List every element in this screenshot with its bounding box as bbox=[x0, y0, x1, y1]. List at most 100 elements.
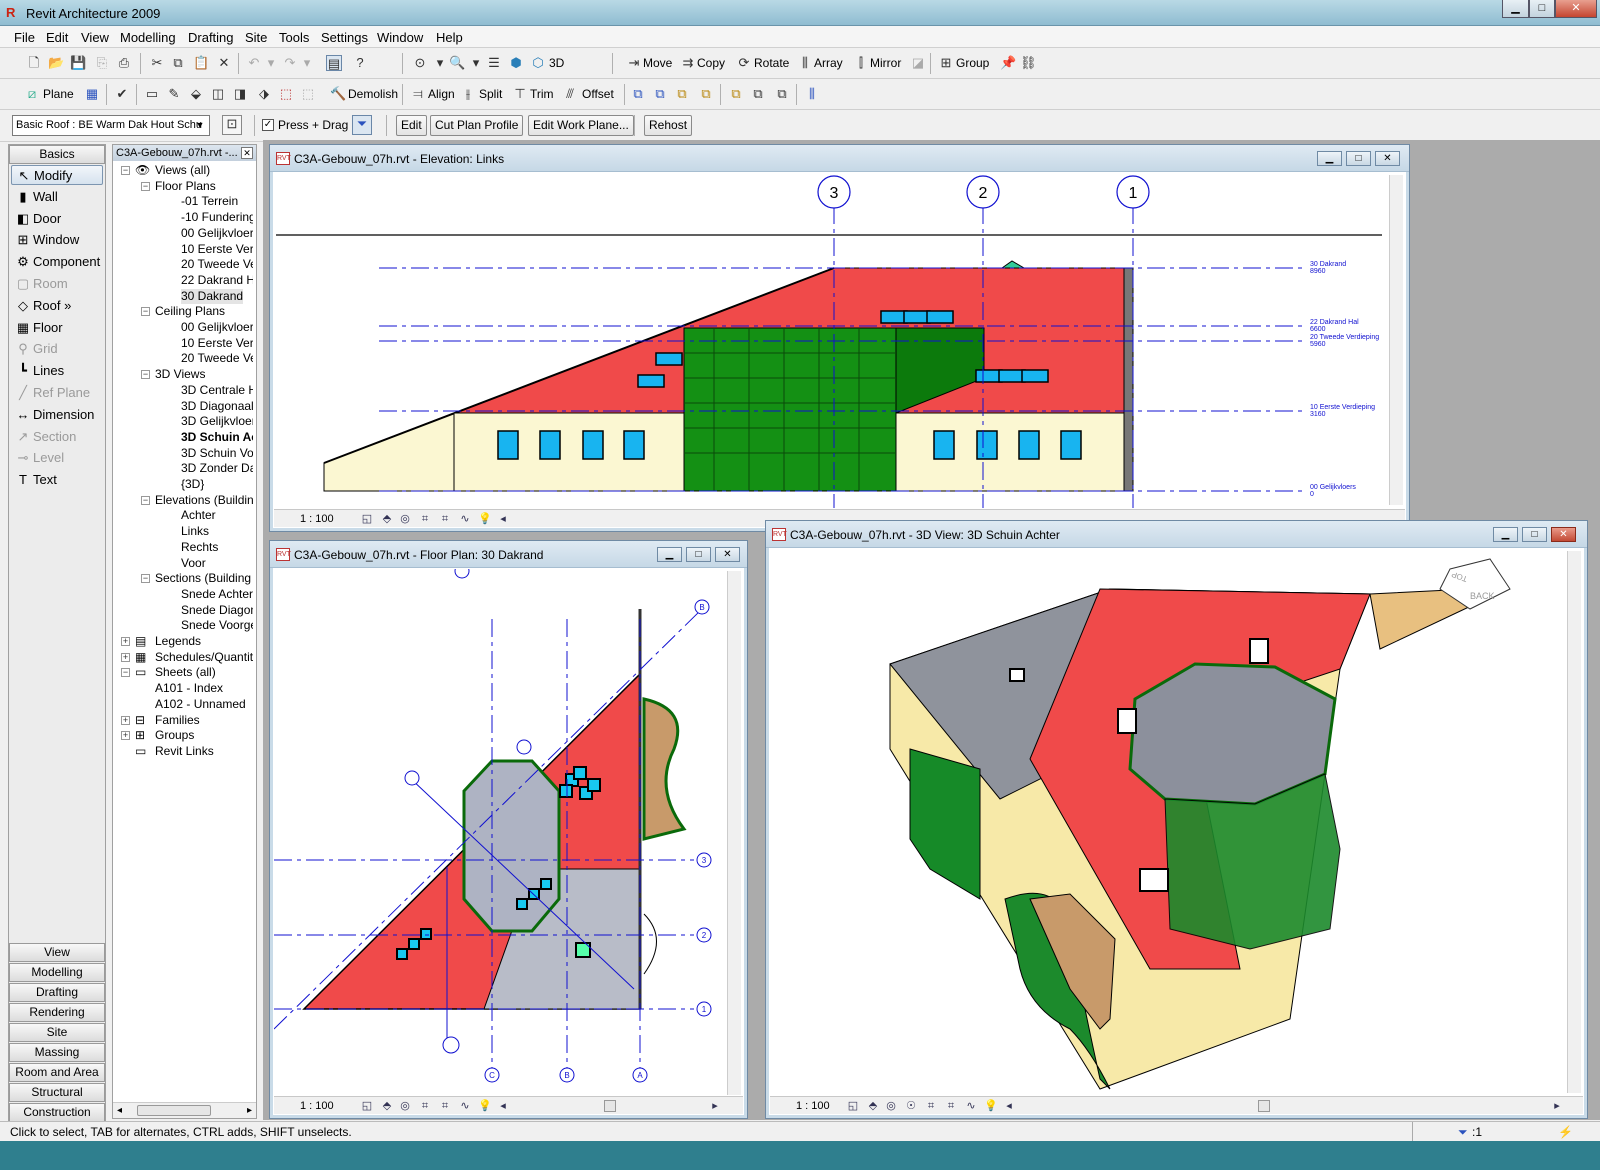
3d-view-icon[interactable]: ⬡ bbox=[530, 55, 546, 71]
view-minimize-button[interactable]: ▁ bbox=[1493, 527, 1518, 542]
hide-isolate-icon[interactable]: ∿ bbox=[964, 1099, 978, 1113]
properties-icon[interactable]: ⊡ bbox=[222, 115, 242, 135]
crop-icon[interactable]: ⌗ bbox=[418, 1099, 432, 1113]
menu-modelling[interactable]: Modelling bbox=[120, 30, 176, 45]
demolish-icon[interactable]: 🔨 bbox=[330, 86, 346, 102]
split-face-icon[interactable]: ⬗ bbox=[256, 86, 272, 102]
design-bar-item-component[interactable]: ⚙ Component bbox=[11, 252, 103, 272]
cut-plan-profile-button[interactable]: Cut Plan Profile bbox=[430, 115, 524, 136]
tree-node[interactable]: A102 - Unnamed bbox=[155, 697, 246, 712]
scroll-thumb[interactable] bbox=[1258, 1100, 1270, 1112]
3d-model-drawing[interactable]: TOP BACK bbox=[770, 549, 1566, 1095]
floor-plan-vscrollbar[interactable] bbox=[727, 571, 741, 1095]
paste-levels-icon[interactable]: ⧉ bbox=[750, 86, 766, 102]
collapse-icon[interactable]: − bbox=[121, 166, 130, 175]
expand-icon[interactable]: + bbox=[121, 715, 130, 725]
design-bar-item-grid[interactable]: ⚲ Grid bbox=[11, 339, 103, 359]
zoom-icon[interactable]: 🔍 bbox=[449, 55, 465, 71]
zoom-menu-icon[interactable]: ▾ bbox=[468, 55, 484, 71]
scroll-thumb[interactable] bbox=[604, 1100, 616, 1112]
tree-node[interactable]: Groups bbox=[155, 728, 194, 743]
menu-file[interactable]: File bbox=[14, 30, 35, 45]
view-close-button[interactable]: ✕ bbox=[1551, 527, 1576, 542]
detail-level-icon[interactable]: ◱ bbox=[360, 1099, 374, 1113]
floor-plan-drawing[interactable]: B 3 2 1 C B A bbox=[274, 569, 729, 1097]
collapse-icon[interactable]: − bbox=[141, 307, 150, 317]
tree-node[interactable]: 3D Gelijkvloers bbox=[181, 414, 253, 429]
collapse-icon[interactable]: − bbox=[141, 181, 150, 191]
move-icon[interactable]: ⇥ bbox=[626, 55, 642, 71]
sync-icon[interactable]: ⎘ bbox=[94, 55, 110, 71]
scroll-left-icon[interactable]: ◂ bbox=[117, 1105, 122, 1116]
render-icon[interactable]: ☉ bbox=[904, 1099, 918, 1113]
show-crop-icon[interactable]: ⌗ bbox=[438, 1099, 452, 1113]
collapse-icon[interactable]: − bbox=[141, 574, 150, 584]
tree-node[interactable]: 3D Schuin Voo bbox=[181, 446, 253, 461]
copy-tool-icon[interactable]: ⇉ bbox=[680, 55, 696, 71]
offset-button[interactable]: Offset bbox=[582, 87, 614, 101]
redo-icon[interactable]: ↷ bbox=[282, 55, 298, 71]
paste-selected-levels-icon[interactable]: ⧉ bbox=[698, 86, 714, 102]
model-graphics-icon[interactable]: ⬘ bbox=[380, 1099, 394, 1113]
match-type-icon[interactable]: ✎ bbox=[166, 86, 182, 102]
visibility-icon[interactable]: ☰ bbox=[486, 55, 502, 71]
reveal-hidden-icon[interactable]: 💡 bbox=[984, 1099, 998, 1113]
design-tab-structural[interactable]: Structural bbox=[9, 1083, 105, 1102]
copy-clipboard-icon[interactable]: ⧉ bbox=[630, 86, 646, 102]
thin-lines-icon[interactable]: ▤ bbox=[326, 55, 342, 71]
design-tab-room-and-area[interactable]: Room and Area bbox=[9, 1063, 105, 1082]
move-button[interactable]: Move bbox=[643, 56, 672, 70]
view-close-button[interactable]: ✕ bbox=[1375, 151, 1400, 166]
new-icon[interactable]: 🗋 bbox=[26, 55, 42, 71]
hide-isolate-icon[interactable]: ∿ bbox=[458, 1099, 472, 1113]
design-bar-item-floor[interactable]: ▦ Floor bbox=[11, 318, 103, 338]
hide-isolate-icon[interactable]: ∿ bbox=[458, 512, 472, 526]
minimize-button[interactable]: ▁ bbox=[1502, 0, 1529, 18]
tree-node[interactable]: Snede Achterge bbox=[181, 587, 253, 602]
crop-icon[interactable]: ⌗ bbox=[418, 512, 432, 526]
copy-button[interactable]: Copy bbox=[697, 56, 725, 70]
view-scale[interactable]: 1 : 100 bbox=[300, 1100, 334, 1112]
design-bar-item-section[interactable]: ↗ Section bbox=[11, 427, 103, 447]
tree-node[interactable]: Sheets (all) bbox=[155, 665, 216, 680]
grid-pattern-icon[interactable]: ▦ bbox=[84, 86, 100, 102]
design-bar-item-door[interactable]: ◧ Door bbox=[11, 209, 103, 229]
menu-edit[interactable]: Edit bbox=[46, 30, 68, 45]
expand-icon[interactable]: + bbox=[121, 652, 130, 662]
align-icon[interactable]: ⫤ bbox=[410, 86, 426, 102]
menu-drafting[interactable]: Drafting bbox=[188, 30, 234, 45]
close-icon[interactable]: ✕ bbox=[241, 147, 253, 159]
align-button[interactable]: Align bbox=[428, 87, 455, 101]
copy-icon[interactable]: ⧉ bbox=[170, 55, 186, 71]
view-maximize-button[interactable]: □ bbox=[1522, 527, 1547, 542]
pin-icon[interactable]: 📌 bbox=[1000, 55, 1016, 71]
design-tab-drafting[interactable]: Drafting bbox=[9, 983, 105, 1002]
undo-dropdown-icon[interactable]: ▾ bbox=[263, 55, 279, 71]
3d-view-label[interactable]: 3D bbox=[549, 56, 564, 70]
design-bar-item-roof[interactable]: ◇ Roof » bbox=[11, 296, 103, 316]
collapse-icon[interactable]: − bbox=[121, 668, 130, 678]
tree-node[interactable]: Ceiling Plans bbox=[155, 304, 225, 319]
design-bar-item-wall[interactable]: ▮ Wall bbox=[11, 187, 103, 207]
tree-node[interactable]: 3D Views bbox=[155, 367, 205, 382]
design-bar-item-window[interactable]: ⊞ Window bbox=[11, 230, 103, 250]
type-selector[interactable]: Basic Roof : BE Warm Dak Hout Schu ▼ bbox=[12, 115, 210, 136]
scroll-left-icon[interactable]: ◂ bbox=[1002, 1099, 1016, 1113]
edit-button[interactable]: Edit bbox=[396, 115, 427, 136]
tree-node[interactable]: 00 Gelijkvloers bbox=[181, 320, 253, 335]
demolish-button[interactable]: Demolish bbox=[348, 87, 398, 101]
floor-plan-view-titlebar[interactable]: RVT C3A-Gebouw_07h.rvt - Floor Plan: 30 … bbox=[270, 541, 747, 568]
undo-icon[interactable]: ↶ bbox=[246, 55, 262, 71]
design-bar-item-room[interactable]: ▢ Room bbox=[11, 274, 103, 294]
3d-view-vscrollbar[interactable] bbox=[1567, 551, 1581, 1093]
scroll-thumb[interactable] bbox=[137, 1105, 211, 1116]
scroll-left-icon[interactable]: ◂ bbox=[496, 1099, 510, 1113]
elevation-view-titlebar[interactable]: RVT C3A-Gebouw_07h.rvt - Elevation: Link… bbox=[270, 145, 1409, 172]
expand-icon[interactable]: + bbox=[121, 731, 130, 741]
design-bar-item-lines[interactable]: ┗ Lines bbox=[11, 361, 103, 381]
tree-node[interactable]: 3D Schuin Ac bbox=[181, 430, 253, 445]
tree-node[interactable]: 22 Dakrand Ha bbox=[181, 273, 253, 288]
split-button[interactable]: Split bbox=[479, 87, 502, 101]
shadows-icon[interactable]: ◎ bbox=[398, 1099, 412, 1113]
cut-geometry-icon[interactable]: ⬚ bbox=[278, 86, 294, 102]
